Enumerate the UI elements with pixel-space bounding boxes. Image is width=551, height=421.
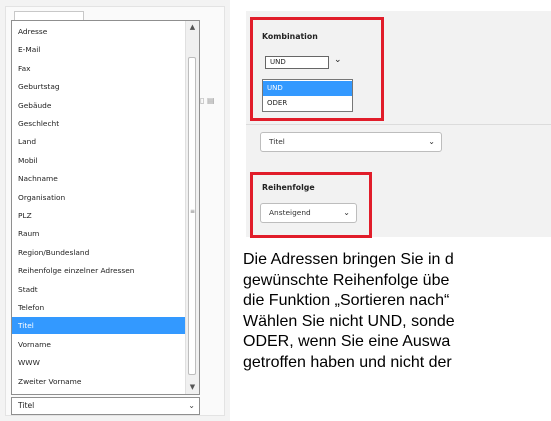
scroll-down-icon[interactable]: ▼ [186,381,199,394]
paragraph-line: Die Adressen bringen Sie in d [243,251,454,268]
chevron-down-icon: ⌄ [334,55,342,65]
kombination-select[interactable]: UND [265,56,329,69]
paragraph-line: die Funktion „Sortieren nach“ [243,292,450,310]
dropdown-option[interactable]: Adresse [12,23,186,40]
dropdown-option[interactable]: E-Mail [12,41,186,58]
paragraph-line: gewünschte Reihenfolge übe [243,271,450,289]
kombination-option-und[interactable]: UND [263,81,352,96]
toolbar-icon: ▯ ▤ [200,96,215,105]
scroll-up-icon[interactable]: ▲ [186,21,199,34]
paragraph-line: getroffen haben und nicht der [243,353,452,371]
reihenfolge-value: Ansteigend [269,208,311,217]
dropdown-option[interactable]: Zweiter Vorname [12,373,186,390]
dropdown-option[interactable]: Mobil [12,152,186,169]
dropdown-option[interactable]: Region/Bundesland [12,244,186,261]
dropdown-option[interactable]: Reihenfolge einzelner Adressen [12,262,186,279]
field-dropdown-list[interactable]: Adresse E-Mail Fax Geburtstag Gebäude Geschle… [11,20,200,395]
dropdown-option[interactable]: Geburtstag [12,78,186,95]
dropdown-option[interactable]: Geschlecht [12,115,186,132]
dropdown-scrollbar[interactable]: ▲ ≡ ▼ [185,21,199,394]
combo-value: Titel [18,401,35,410]
chevron-down-icon: ⌄ [428,137,435,146]
dropdown-option[interactable]: Gebäude [12,97,186,114]
grip-icon: ≡ [190,208,196,215]
dropdown-option[interactable]: PLZ [12,207,186,224]
dropdown-option[interactable]: Organisation [12,189,186,206]
dropdown-option[interactable]: Land [12,133,186,150]
reihenfolge-label: Reihenfolge [262,183,315,192]
sort-field-value: Titel [269,137,285,146]
dropdown-option[interactable]: WWW [12,354,186,371]
field-select-combo[interactable]: Titel ⌄ [11,397,200,415]
dropdown-option[interactable]: Fax [12,60,186,77]
dropdown-option[interactable]: Telefon [12,299,186,316]
kombination-value: UND [270,58,286,66]
chevron-down-icon: ⌄ [188,401,195,410]
sort-field-select[interactable]: Titel ⌄ [260,132,442,152]
dropdown-option[interactable]: Stadt [12,281,186,298]
dropdown-option[interactable]: Raum [12,225,186,242]
dropdown-option[interactable]: Vorname [12,336,186,353]
instruction-paragraph: Die Adressen bringen Sie in d gewünschte… [243,250,551,374]
divider [246,124,551,125]
scrollbar-thumb[interactable]: ≡ [188,57,196,375]
reihenfolge-select[interactable]: Ansteigend ⌄ [260,203,357,223]
kombination-label: Kombination [262,32,318,41]
kombination-dropdown-list[interactable]: UND ODER [262,79,353,112]
dropdown-option[interactable]: Titel [12,317,186,335]
chevron-down-icon: ⌄ [343,208,350,217]
kombination-option-oder[interactable]: ODER [263,96,352,111]
dropdown-option[interactable]: Nachname [12,170,186,187]
paragraph-line: Wählen Sie nicht UND, sonde [243,312,455,330]
paragraph-line: ODER, wenn Sie eine Auswa [243,333,451,351]
